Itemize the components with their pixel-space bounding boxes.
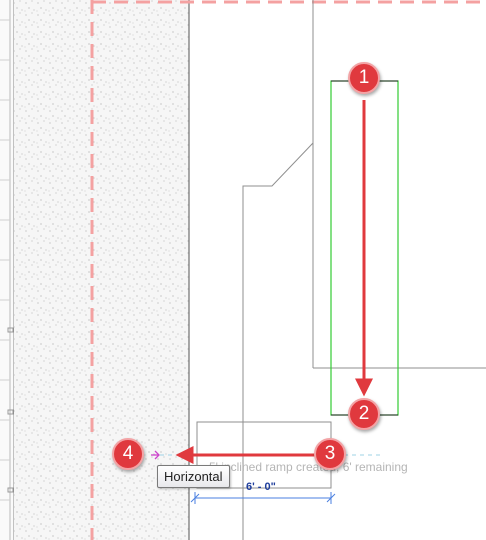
- callout-1-badge: 1: [348, 62, 380, 94]
- dimension-line[interactable]: [190, 492, 336, 504]
- left-wall-strip: [0, 0, 15, 540]
- callout-4-badge: 4: [112, 438, 144, 470]
- status-hint: 5' inclined ramp created, 6' remaining: [209, 460, 408, 474]
- callout-2-badge: 2: [348, 398, 380, 430]
- callout-3-badge: 3: [314, 438, 346, 470]
- snap-tooltip: Horizontal: [157, 465, 230, 488]
- dimension-value[interactable]: 6' - 0": [246, 481, 276, 493]
- drawing-canvas[interactable]: 5' inclined ramp created, 6' remaining 6…: [0, 0, 486, 540]
- concrete-wall-hatch: [14, 0, 189, 540]
- drawing-svg[interactable]: [0, 0, 486, 540]
